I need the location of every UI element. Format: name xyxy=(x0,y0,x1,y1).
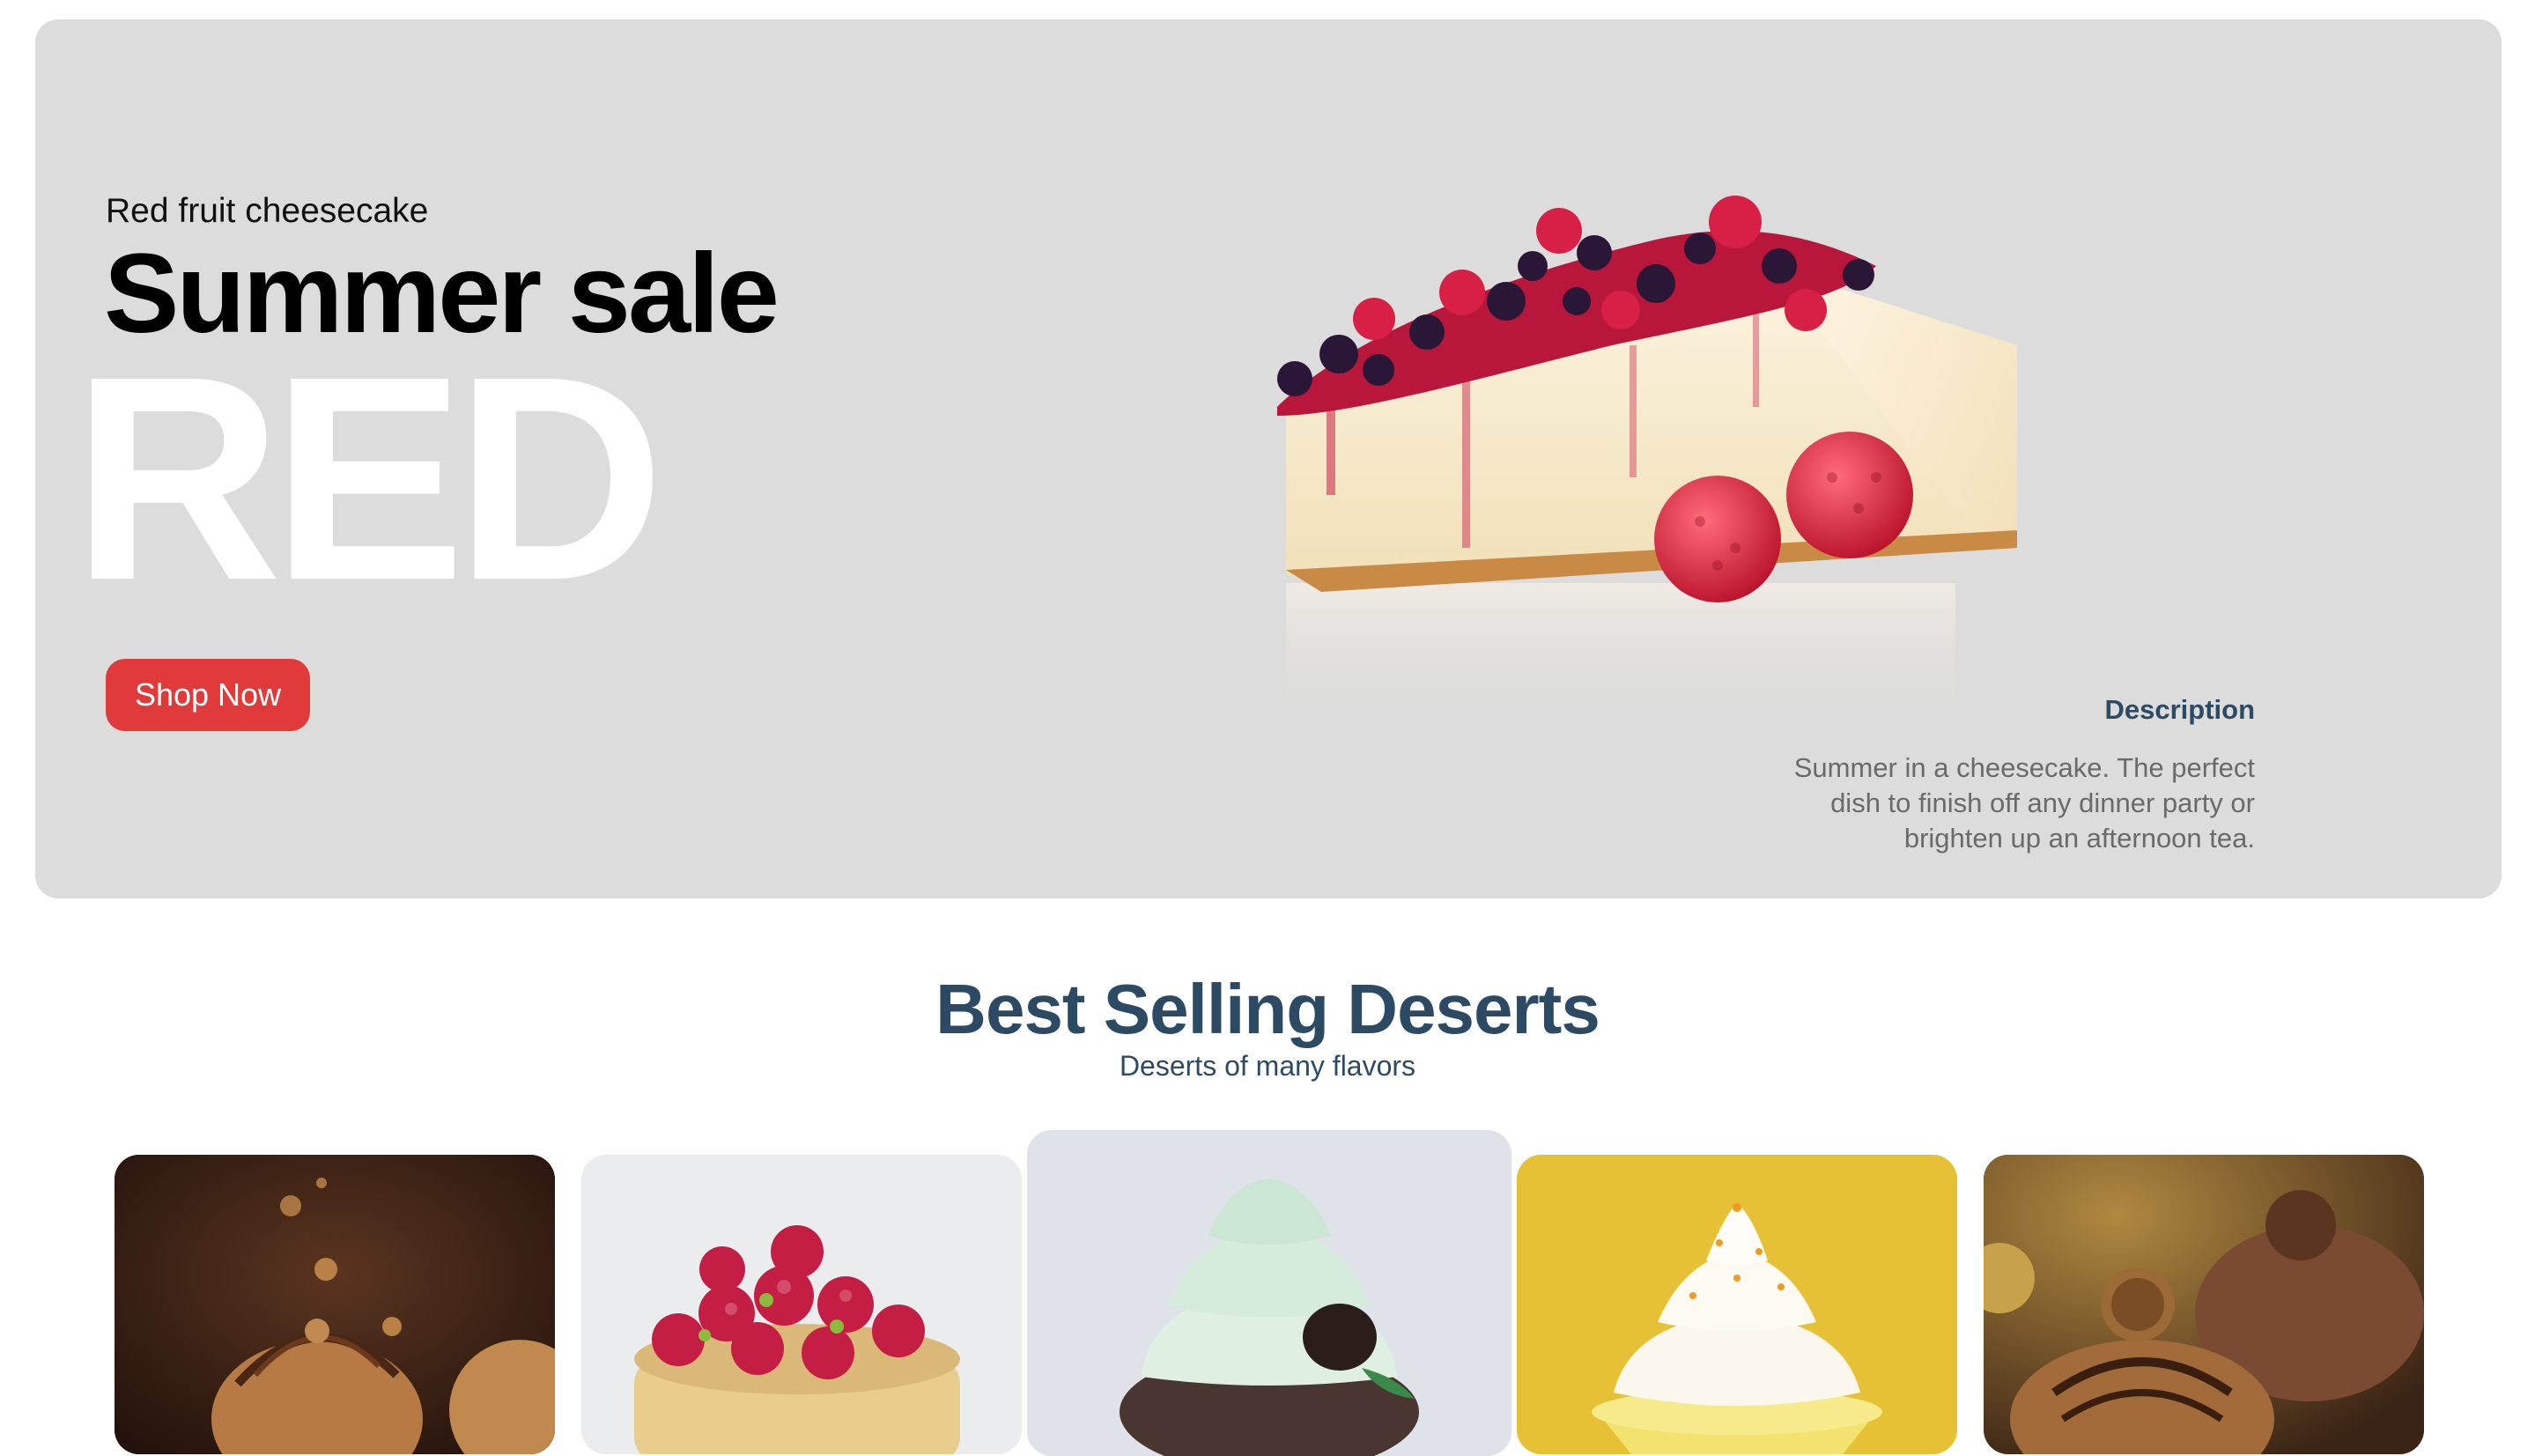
product-card-4[interactable] xyxy=(1517,1155,1957,1454)
mint-cupcake-image xyxy=(1027,1130,1511,1456)
ferrero-cupcake-image xyxy=(1984,1155,2424,1454)
shop-now-button[interactable]: Shop Now xyxy=(106,659,310,731)
raspberry-tart-image xyxy=(581,1155,1022,1454)
product-card-2[interactable] xyxy=(581,1155,1022,1454)
product-card-5[interactable] xyxy=(1984,1155,2424,1454)
hero-big-word: RED xyxy=(72,315,665,640)
description-heading: Description xyxy=(2104,694,2255,725)
description-text: Summer in a cheesecake. The perfect dish… xyxy=(1793,752,2255,854)
product-card-3[interactable] xyxy=(1027,1130,1511,1456)
section-title: Best Selling Deserts xyxy=(935,970,1600,1048)
lemon-cupcake-image xyxy=(1517,1155,1957,1454)
cheesecake-image xyxy=(1277,196,2017,733)
hero-subtitle: Red fruit cheesecake xyxy=(106,192,429,230)
section-subtitle: Deserts of many flavors xyxy=(1119,1050,1416,1082)
product-card-1[interactable] xyxy=(115,1155,555,1454)
hero-banner: Red fruit cheesecake Summer sale RED Sho… xyxy=(35,19,2502,898)
chocolate-hazelnut-image xyxy=(115,1155,555,1454)
